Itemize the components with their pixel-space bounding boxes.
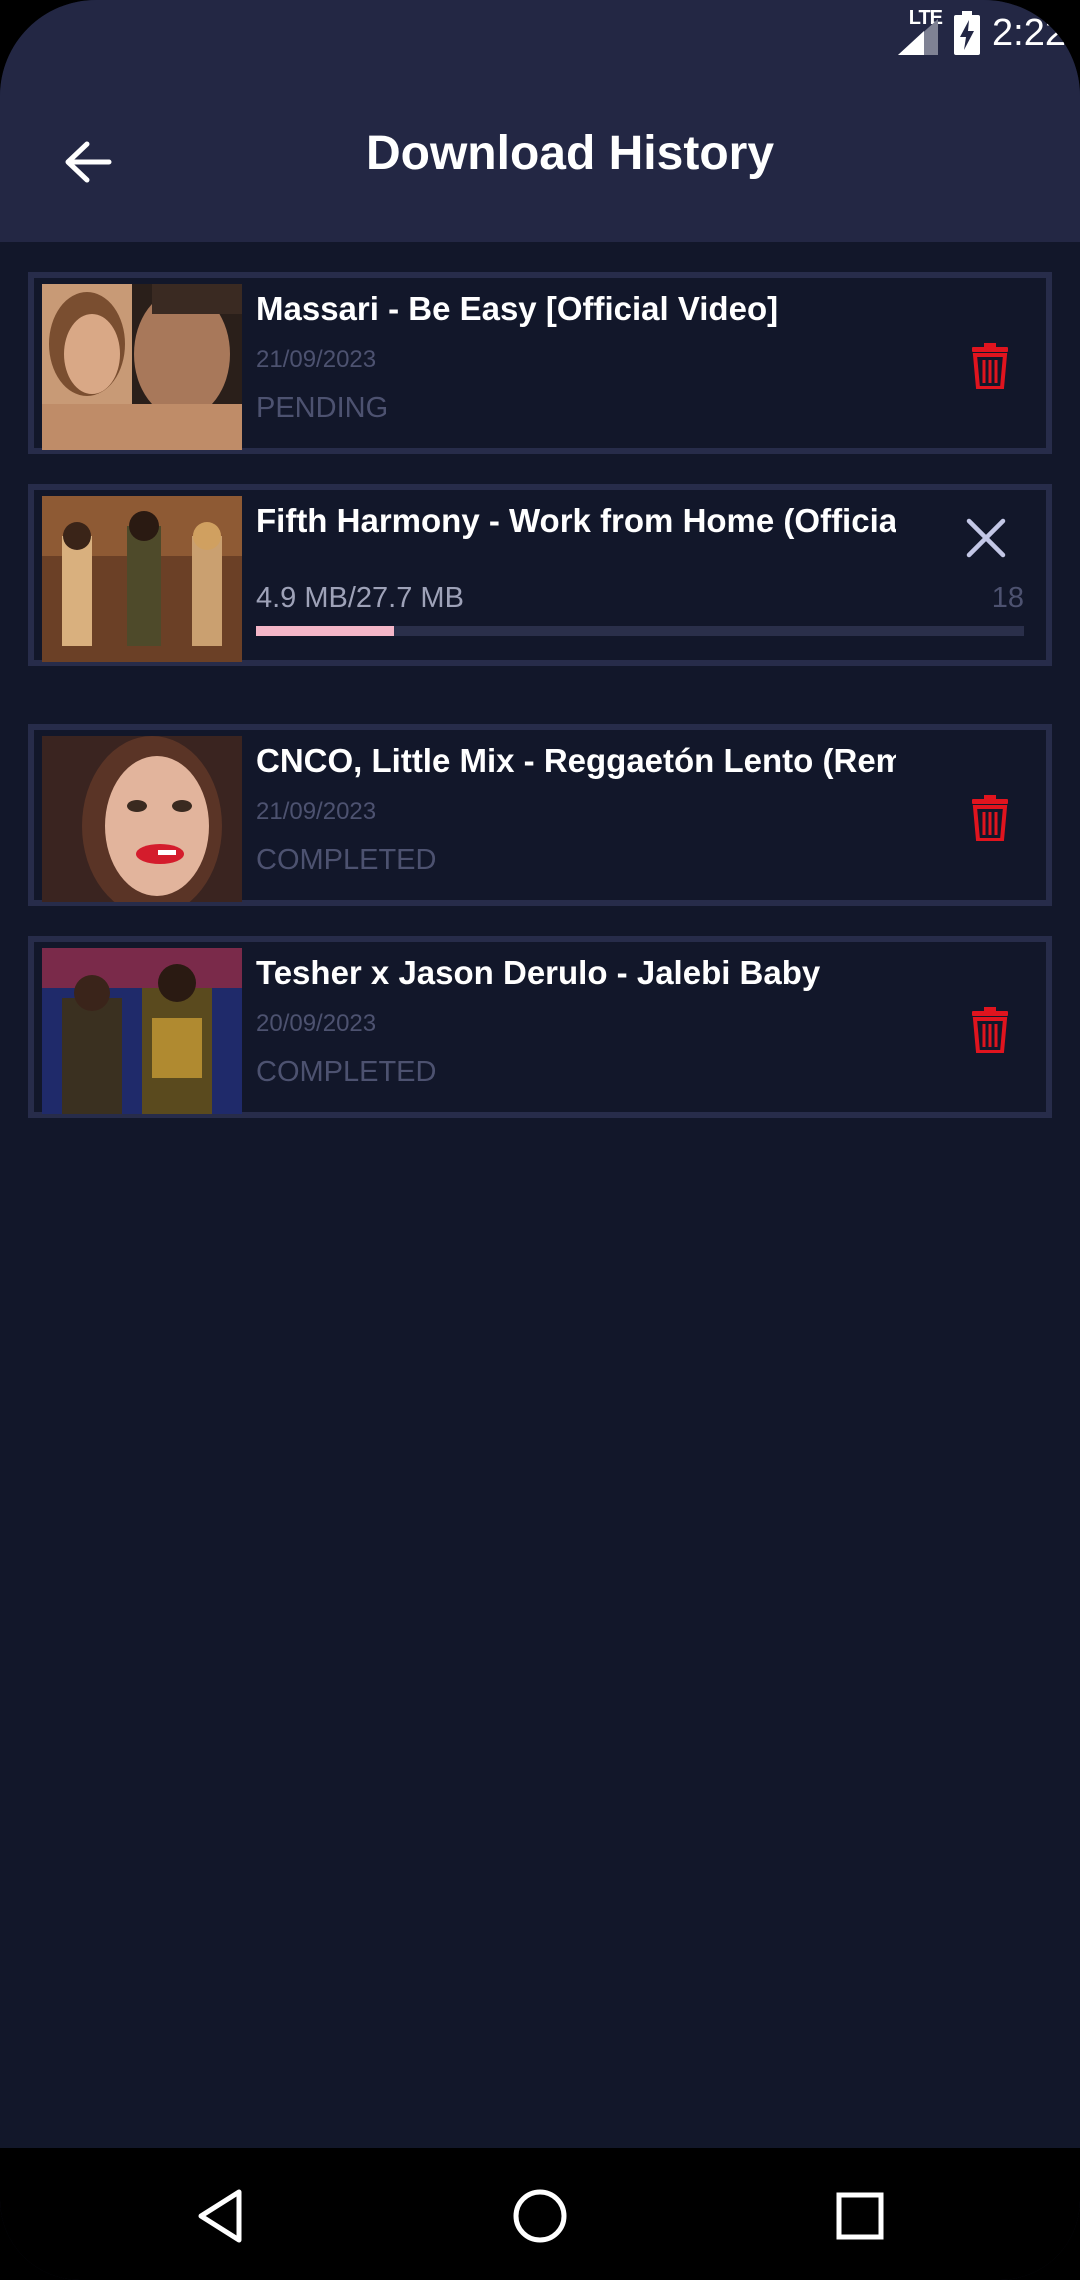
trash-icon [972,1007,1008,1053]
cancel-download-button[interactable] [956,508,1016,568]
item-date: 21/09/2023 [256,798,377,825]
system-nav-bar [0,2148,1080,2280]
video-thumbnail [42,284,242,450]
video-thumbnail [42,496,242,662]
signal-icon: LTE [890,7,943,55]
item-status: COMPLETED [256,844,437,876]
delete-button[interactable] [962,788,1018,848]
triangle-back-icon [198,2189,242,2243]
delete-button[interactable] [962,336,1018,396]
screen: LTE 2:22 Download History Massari - Be E… [0,0,1080,2280]
download-item[interactable]: Tesher x Jason Derulo - Jalebi Baby 20/0… [28,936,1052,1118]
video-thumbnail [42,948,242,1114]
item-status: COMPLETED [256,1056,437,1088]
progress-bar-fill [256,626,395,636]
progress-size: 4.9 MB/27.7 MB [256,582,464,614]
close-icon [966,518,1006,558]
download-item[interactable]: Massari - Be Easy [Official Video] 21/09… [28,272,1052,454]
item-date: 21/09/2023 [256,346,377,373]
square-recents-icon [836,2192,884,2240]
item-date: 20/09/2023 [256,1010,377,1037]
page-title: Download History [365,127,775,180]
nav-home-button[interactable] [500,2176,580,2256]
item-title: Massari - Be Easy [Official Video] [256,290,779,327]
trash-icon [972,795,1008,841]
nav-recents-button[interactable] [820,2176,900,2256]
item-title: Fifth Harmony - Work from Home (Official [256,502,896,539]
delete-button[interactable] [962,1000,1018,1060]
circle-home-icon [513,2189,567,2243]
clock: 2:22 [992,12,1066,54]
video-thumbnail [42,736,242,902]
item-status: PENDING [256,392,389,424]
status-icons: LTE 2:22 [890,7,1066,58]
download-item-in-progress[interactable]: Fifth Harmony - Work from Home (Official… [28,484,1052,666]
item-title: CNCO, Little Mix - Reggaetón Lento (Remi… [256,742,896,779]
progress-bar [256,626,1024,636]
battery-charging-icon [954,11,981,55]
progress-count: 18 [991,582,1024,614]
trash-icon [972,343,1008,389]
nav-back-button[interactable] [180,2176,260,2256]
download-item[interactable]: CNCO, Little Mix - Reggaetón Lento (Remi… [28,724,1052,906]
app-bar: Download History [0,64,1080,242]
status-bar: LTE 2:22 [0,0,1080,64]
item-title: Tesher x Jason Derulo - Jalebi Baby [256,954,821,991]
